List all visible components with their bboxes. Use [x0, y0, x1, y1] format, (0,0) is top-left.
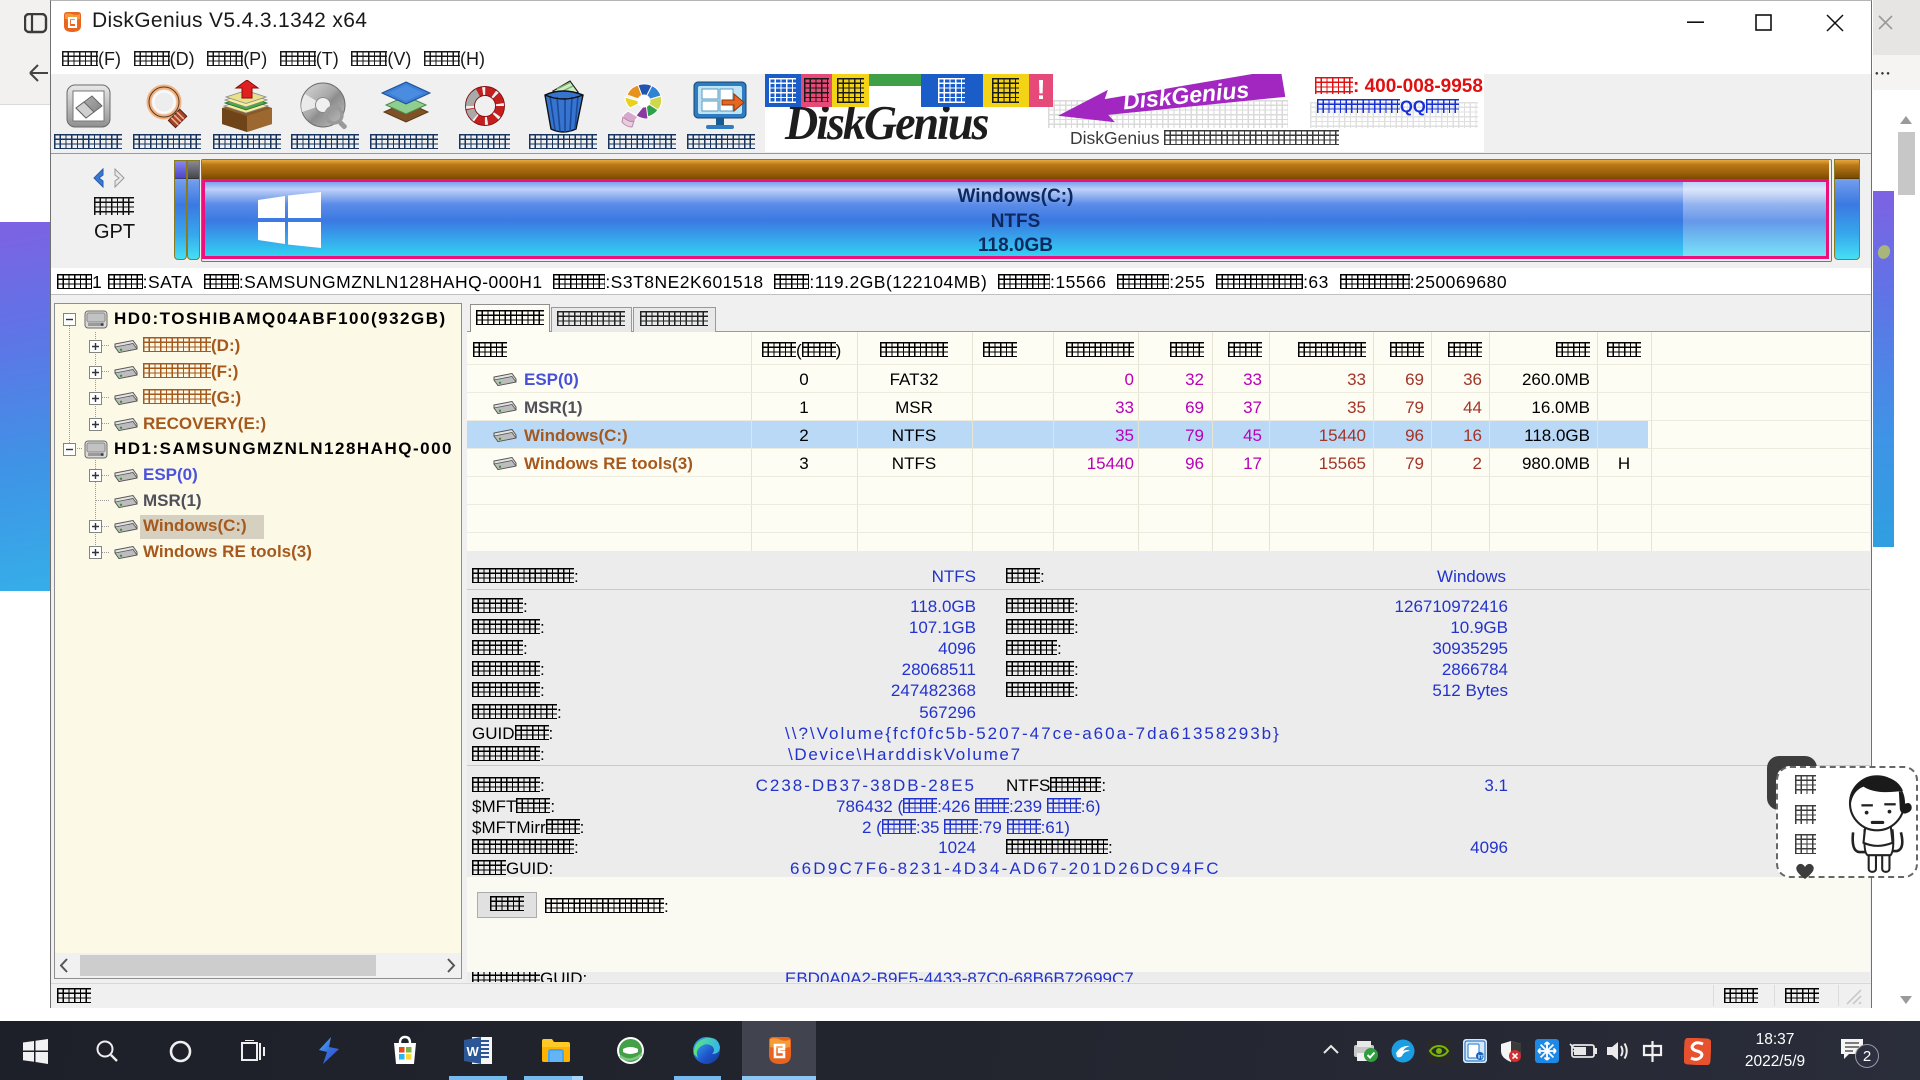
svg-text:W: W [467, 1044, 480, 1059]
svg-text:DiskGenius: DiskGenius [1122, 76, 1250, 114]
svg-text:int: int [1478, 1055, 1485, 1061]
